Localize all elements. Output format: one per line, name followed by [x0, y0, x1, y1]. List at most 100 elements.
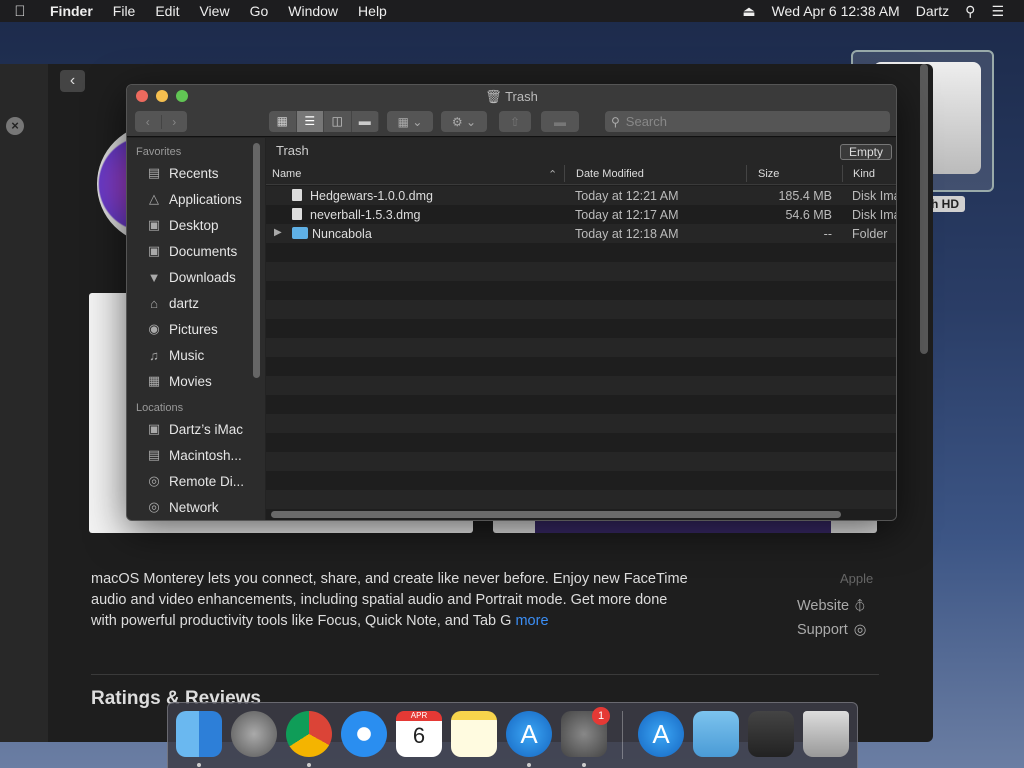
calendar-icon[interactable]: APR 6: [396, 711, 442, 757]
app-menu[interactable]: Finder: [40, 3, 103, 19]
preview-dock: [535, 521, 831, 533]
search-input[interactable]: ⚲ Search: [605, 111, 890, 132]
sidebar-item-recents[interactable]: ▤ Recents: [127, 160, 265, 186]
app-store-downloads-icon[interactable]: A: [638, 711, 684, 757]
compass-icon: ⦽: [855, 598, 865, 614]
spotlight-icon[interactable]: ⚲: [957, 3, 983, 20]
website-link[interactable]: Website ⦽: [797, 598, 865, 614]
folder-icon: [292, 227, 308, 239]
empty-row: [266, 338, 896, 357]
running-indicator: [527, 763, 531, 767]
sidebar-item-network[interactable]: ◎ Network: [127, 494, 265, 520]
share-button[interactable]: ⇧: [499, 111, 531, 132]
network-icon: ◎: [148, 499, 160, 514]
table-row[interactable]: ▶ Nuncabola Today at 12:18 AM -- Folder: [266, 224, 896, 243]
sidebar-item-documents[interactable]: ▣ Documents: [127, 238, 265, 264]
search-placeholder: Search: [625, 114, 667, 129]
file-date: Today at 12:18 AM: [575, 227, 679, 241]
column-size[interactable]: Size: [758, 168, 779, 180]
menu-window[interactable]: Window: [278, 3, 348, 19]
back-arrow-icon[interactable]: ‹: [135, 114, 162, 129]
support-link[interactable]: Support ◎: [797, 622, 866, 638]
menu-view[interactable]: View: [189, 3, 239, 19]
horizontal-scrollbar[interactable]: [271, 511, 841, 518]
eject-icon[interactable]: ⏏: [734, 3, 763, 20]
movies-icon: ▦: [147, 373, 161, 388]
clear-search-icon[interactable]: ×: [6, 117, 24, 135]
gallery-view-icon[interactable]: ▬: [352, 111, 379, 132]
column-kind[interactable]: Kind: [853, 168, 875, 180]
sidebar-item-label: Music: [169, 347, 205, 363]
file-name: neverball-1.5.3.dmg: [310, 208, 421, 222]
list-view-icon[interactable]: ☰: [296, 111, 324, 132]
sort-arrow-icon[interactable]: ⌃: [548, 168, 557, 181]
menu-edit[interactable]: Edit: [145, 3, 189, 19]
clock[interactable]: Wed Apr 6 12:38 AM: [764, 3, 908, 19]
sidebar-item-music[interactable]: ♫ Music: [127, 342, 265, 368]
search-icon: ⚲: [611, 114, 620, 129]
table-row[interactable]: neverball-1.5.3.dmg Today at 12:17 AM 54…: [266, 205, 896, 224]
downloads-icon: ▼: [147, 269, 161, 285]
icon-view-icon[interactable]: ▦: [269, 111, 297, 132]
sidebar-item-label: Recents: [169, 165, 219, 181]
sidebar-item-label: Dartz’s iMac: [169, 421, 244, 437]
lifebuoy-icon: ◎: [853, 622, 867, 638]
app-store-icon[interactable]: A: [506, 711, 552, 757]
sidebar-item-imac[interactable]: ▣ Dartz’s iMac: [127, 416, 265, 442]
dock-separator: [622, 711, 623, 759]
action-button[interactable]: ⚙ ⌄: [441, 111, 487, 132]
sidebar-item-desktop[interactable]: ▣ Desktop: [127, 212, 265, 238]
finder-icon[interactable]: [176, 711, 222, 757]
sidebar-item-movies[interactable]: ▦ Movies: [127, 368, 265, 394]
back-button[interactable]: ‹: [60, 70, 85, 92]
user-menu[interactable]: Dartz: [908, 3, 957, 19]
forward-arrow-icon[interactable]: ›: [162, 115, 188, 129]
sidebar-item-pictures[interactable]: ◉ Pictures: [127, 316, 265, 342]
imac-icon: ▣: [147, 421, 161, 436]
developer-name[interactable]: Apple: [840, 571, 873, 586]
sidebar-item-applications[interactable]: △ Applications: [127, 186, 265, 212]
pictures-icon: ◉: [148, 321, 160, 336]
notification-center-icon[interactable]: ☰: [983, 3, 1012, 20]
empty-row: [266, 262, 896, 281]
file-name: Nuncabola: [312, 227, 372, 241]
tag-icon: ▬: [554, 114, 566, 129]
share-icon: ⇧: [509, 114, 521, 129]
empty-row: [266, 281, 896, 300]
trash-icon[interactable]: [803, 711, 849, 757]
tags-button[interactable]: ▬: [541, 111, 579, 132]
column-view-icon[interactable]: ◫: [324, 111, 352, 132]
app-store-scrollbar[interactable]: [920, 64, 930, 354]
sidebar-item-macintosh-hd[interactable]: ▤ Macintosh...: [127, 442, 265, 468]
launchpad-icon[interactable]: [231, 711, 277, 757]
chrome-icon[interactable]: [286, 711, 332, 757]
file-date: Today at 12:17 AM: [575, 208, 679, 222]
app-description: macOS Monterey lets you connect, share, …: [91, 569, 691, 632]
table-row[interactable]: Hedgewars-1.0.0.dmg Today at 12:21 AM 18…: [266, 186, 896, 205]
safari-icon[interactable]: [341, 711, 387, 757]
trash-small-icon: 🗑: [485, 89, 502, 104]
empty-trash-button[interactable]: Empty: [839, 144, 892, 160]
title-bar[interactable]: 🗑 Trash ‹ › ▦ ☰ ◫ ▬ ▦ ⌄ ⚙ ⌄ ⇧ ▬ ⚲ Search: [127, 85, 896, 137]
sidebar-item-home[interactable]: ⌂ dartz: [127, 290, 265, 316]
group-by-button[interactable]: ▦ ⌄: [387, 111, 433, 132]
empty-row: [266, 376, 896, 395]
file-size: 185.4 MB: [778, 189, 832, 203]
column-date-modified[interactable]: Date Modified: [576, 168, 644, 180]
screenshot-stack-icon[interactable]: [748, 711, 794, 757]
file-size: --: [823, 227, 832, 241]
column-name[interactable]: Name: [272, 168, 301, 180]
menu-file[interactable]: File: [103, 3, 146, 19]
downloads-folder-icon[interactable]: [693, 711, 739, 757]
sidebar-scrollbar[interactable]: [253, 143, 260, 378]
more-link[interactable]: more: [515, 613, 548, 629]
disclosure-triangle-icon[interactable]: ▶: [274, 227, 282, 238]
menu-go[interactable]: Go: [240, 3, 279, 19]
sidebar-item-downloads[interactable]: ▼ Downloads: [127, 264, 265, 290]
dmg-file-icon: [292, 208, 302, 220]
menu-help[interactable]: Help: [348, 3, 397, 19]
sidebar-item-label: Remote Di...: [169, 473, 245, 489]
sidebar-item-remote-disc[interactable]: ◎ Remote Di...: [127, 468, 265, 494]
notes-icon[interactable]: [451, 711, 497, 757]
apple-menu-icon[interactable]: : [0, 3, 40, 20]
